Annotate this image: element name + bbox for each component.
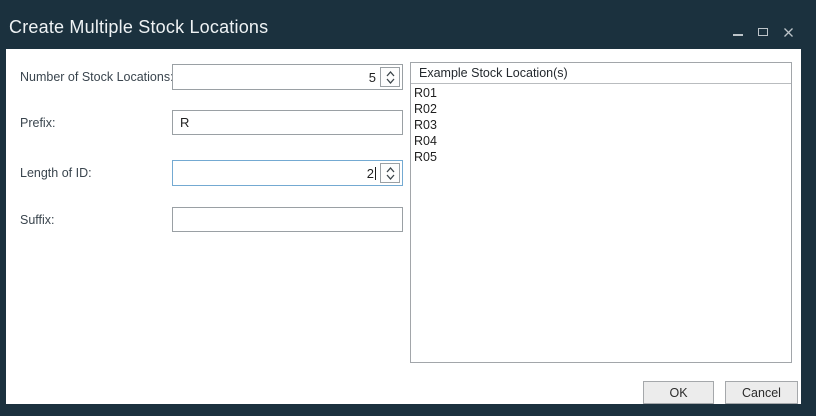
length-of-id-input[interactable]: 2: [172, 160, 403, 186]
suffix-label: Suffix:: [20, 207, 55, 232]
cancel-button[interactable]: Cancel: [725, 381, 798, 404]
close-button[interactable]: [782, 25, 794, 39]
number-of-stock-locations-label: Number of Stock Locations:: [20, 64, 174, 90]
number-of-stock-locations-input[interactable]: 5: [172, 64, 403, 90]
suffix-input[interactable]: [172, 207, 403, 232]
example-stock-locations-panel: Example Stock Location(s) R01 R02 R03 R0…: [410, 62, 792, 363]
spinner-down-icon: [386, 78, 395, 84]
spinner-up-icon: [386, 167, 395, 173]
window-controls: [732, 25, 794, 39]
spinner-up-icon: [386, 71, 395, 77]
dialog-window: Create Multiple Stock Locations Number o…: [0, 0, 816, 416]
number-of-stock-locations-value: 5: [173, 65, 380, 89]
minimize-icon: [733, 34, 743, 36]
maximize-button[interactable]: [757, 25, 769, 39]
number-of-stock-locations-spinner[interactable]: [380, 67, 400, 87]
titlebar[interactable]: Create Multiple Stock Locations: [0, 0, 816, 49]
close-icon: [784, 28, 793, 37]
list-item[interactable]: R02: [411, 101, 791, 117]
length-of-id-spinner[interactable]: [380, 163, 400, 183]
suffix-value: [173, 208, 402, 231]
maximize-icon: [758, 28, 768, 36]
length-of-id-value: 2: [173, 161, 380, 185]
example-stock-locations-header[interactable]: Example Stock Location(s): [411, 63, 791, 84]
example-stock-locations-list: R01 R02 R03 R04 R05: [411, 84, 791, 165]
ok-button[interactable]: OK: [643, 381, 714, 404]
prefix-value: R: [173, 111, 402, 134]
window-title: Create Multiple Stock Locations: [9, 17, 268, 38]
length-of-id-label: Length of ID:: [20, 160, 92, 186]
prefix-input[interactable]: R: [172, 110, 403, 135]
list-item[interactable]: R05: [411, 149, 791, 165]
minimize-button[interactable]: [732, 25, 744, 39]
list-item[interactable]: R04: [411, 133, 791, 149]
list-item[interactable]: R01: [411, 85, 791, 101]
spinner-down-icon: [386, 174, 395, 180]
prefix-label: Prefix:: [20, 110, 55, 135]
dialog-content: Number of Stock Locations: 5 Prefix: R L…: [6, 49, 801, 404]
list-item[interactable]: R03: [411, 117, 791, 133]
text-caret: [375, 167, 376, 180]
